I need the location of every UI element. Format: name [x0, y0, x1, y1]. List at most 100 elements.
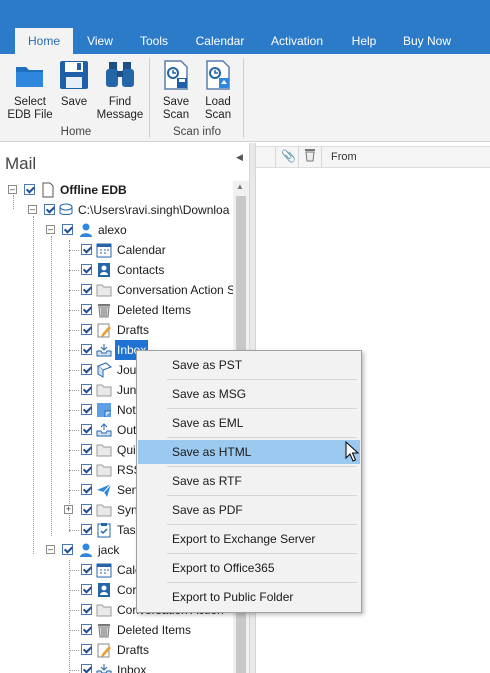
- menu-item-save-as-html[interactable]: Save as HTML: [138, 440, 360, 464]
- checkbox[interactable]: [81, 304, 92, 315]
- checkbox[interactable]: [81, 284, 92, 295]
- tree-node-label: Syn: [117, 503, 138, 517]
- tree-folder-calendar[interactable]: Cale: [0, 560, 140, 580]
- select-edb-label-2: EDB File: [7, 109, 53, 121]
- tab-tools[interactable]: Tools: [132, 28, 176, 54]
- checkbox[interactable]: [62, 224, 73, 235]
- menu-item-save-as-rtf[interactable]: Save as RTF: [138, 469, 360, 493]
- checkbox[interactable]: [81, 424, 92, 435]
- checkbox[interactable]: [81, 264, 92, 275]
- tab-help[interactable]: Help: [344, 28, 384, 54]
- menu-separator: [167, 437, 357, 438]
- tree-folder-contacts[interactable]: Cor: [0, 580, 140, 600]
- checkbox[interactable]: [24, 184, 35, 195]
- tab-calendar[interactable]: Calendar: [190, 28, 250, 54]
- checkbox[interactable]: [81, 604, 92, 615]
- checkbox[interactable]: [81, 324, 92, 335]
- tab-home[interactable]: Home: [15, 28, 73, 54]
- tree-folder-conversation-action[interactable]: Conversation Action S: [0, 280, 233, 300]
- select-edb-file-button[interactable]: Select EDB File: [6, 58, 54, 122]
- tree-folder-tasks[interactable]: Tasl: [0, 520, 140, 540]
- tree-folder-rss[interactable]: RSS: [0, 460, 140, 480]
- checkbox[interactable]: [81, 644, 92, 655]
- attachment-column-icon[interactable]: 📎: [281, 149, 296, 163]
- home-group-label: Home: [60, 126, 92, 138]
- tree-folder-quick-step[interactable]: Qui: [0, 440, 140, 460]
- database-icon: [59, 203, 73, 215]
- contacts-icon: [98, 583, 110, 597]
- tree-node-mailbox-alexo[interactable]: – alexo: [0, 220, 233, 240]
- checkbox[interactable]: [81, 444, 92, 455]
- checkbox[interactable]: [81, 464, 92, 475]
- menu-item-save-as-pst[interactable]: Save as PST: [138, 353, 360, 377]
- checkbox[interactable]: [81, 624, 92, 635]
- collapse-toggle-icon[interactable]: –: [46, 545, 55, 554]
- tree-node-label: Drafts: [117, 643, 150, 657]
- collapse-toggle-icon[interactable]: –: [8, 185, 17, 194]
- tree-folder-sync[interactable]: + Syn: [0, 500, 140, 520]
- tree-folder-contacts[interactable]: Contacts: [0, 260, 233, 280]
- menu-item-export-to-public-folder[interactable]: Export to Public Folder: [138, 585, 360, 609]
- save-scan-button[interactable]: Save Scan: [156, 58, 196, 122]
- tree-folder-journal[interactable]: Jou: [0, 360, 140, 380]
- tree-folder-drafts[interactable]: Drafts: [0, 640, 233, 660]
- save-button[interactable]: Save: [56, 58, 92, 109]
- load-scan-label-2: Scan: [204, 109, 232, 121]
- tree-folder-calendar[interactable]: Calendar: [0, 240, 233, 260]
- collapse-toggle-icon[interactable]: –: [28, 205, 37, 214]
- checkbox[interactable]: [81, 564, 92, 575]
- tree-folder-inbox[interactable]: Inbox: [0, 660, 233, 673]
- checkbox[interactable]: [81, 504, 92, 515]
- checkbox[interactable]: [81, 364, 92, 375]
- inbox-icon: [96, 344, 112, 357]
- checkbox[interactable]: [81, 484, 92, 495]
- menu-separator: [167, 379, 357, 380]
- load-scan-button[interactable]: Load Scan: [198, 58, 238, 122]
- tree-line: [69, 570, 79, 571]
- checkbox[interactable]: [81, 404, 92, 415]
- menu-item-save-as-pdf[interactable]: Save as PDF: [138, 498, 360, 522]
- folder-icon: [96, 504, 112, 517]
- checkbox[interactable]: [81, 384, 92, 395]
- tree-folder-outbox[interactable]: Out: [0, 420, 140, 440]
- checkbox[interactable]: [81, 664, 92, 673]
- expand-toggle-icon[interactable]: +: [64, 505, 73, 514]
- checkbox[interactable]: [44, 204, 55, 215]
- checkbox[interactable]: [81, 584, 92, 595]
- menu-separator: [167, 524, 357, 525]
- tree-line: [69, 390, 79, 391]
- delete-column-icon[interactable]: [304, 148, 316, 162]
- tree-folder-drafts[interactable]: Drafts: [0, 320, 233, 340]
- tree-line: [69, 670, 79, 671]
- tab-activation[interactable]: Activation: [265, 28, 329, 54]
- tree-node-label: Conversation Action S: [117, 283, 233, 297]
- collapse-toggle-icon[interactable]: –: [46, 225, 55, 234]
- menu-item-save-as-eml[interactable]: Save as EML: [138, 411, 360, 435]
- menu-item-save-as-msg[interactable]: Save as MSG: [138, 382, 360, 406]
- tab-view[interactable]: View: [80, 28, 120, 54]
- tree-node-edb-path[interactable]: – C:\Users\ravi.singh\Downloa: [0, 200, 233, 220]
- column-separator: [298, 147, 299, 167]
- checkbox[interactable]: [81, 244, 92, 255]
- tree-folder-sent[interactable]: Sen: [0, 480, 140, 500]
- from-column-header[interactable]: From: [331, 151, 357, 163]
- mouse-cursor-icon: [345, 441, 359, 462]
- scroll-up-icon[interactable]: ▲: [236, 182, 244, 191]
- tree-node-offline-edb[interactable]: – Offline EDB: [0, 180, 233, 200]
- tree-folder-deleted-items[interactable]: Deleted Items: [0, 620, 233, 640]
- folder-icon: [96, 284, 112, 297]
- tree-folder-deleted-items[interactable]: Deleted Items: [0, 300, 233, 320]
- tab-buy-now[interactable]: Buy Now: [396, 28, 458, 54]
- menu-item-export-to-office365[interactable]: Export to Office365: [138, 556, 360, 580]
- checkbox[interactable]: [81, 344, 92, 355]
- notes-icon: [97, 403, 111, 417]
- tree-node-label: Qui: [117, 443, 136, 457]
- tree-line: [69, 270, 79, 271]
- collapse-pane-icon[interactable]: ◀: [236, 152, 243, 163]
- find-message-button[interactable]: Find Message: [94, 58, 146, 122]
- tree-folder-junk[interactable]: Jun: [0, 380, 140, 400]
- menu-item-export-to-exchange-server[interactable]: Export to Exchange Server: [138, 527, 360, 551]
- checkbox[interactable]: [62, 544, 73, 555]
- checkbox[interactable]: [81, 524, 92, 535]
- tree-folder-notes[interactable]: Not: [0, 400, 140, 420]
